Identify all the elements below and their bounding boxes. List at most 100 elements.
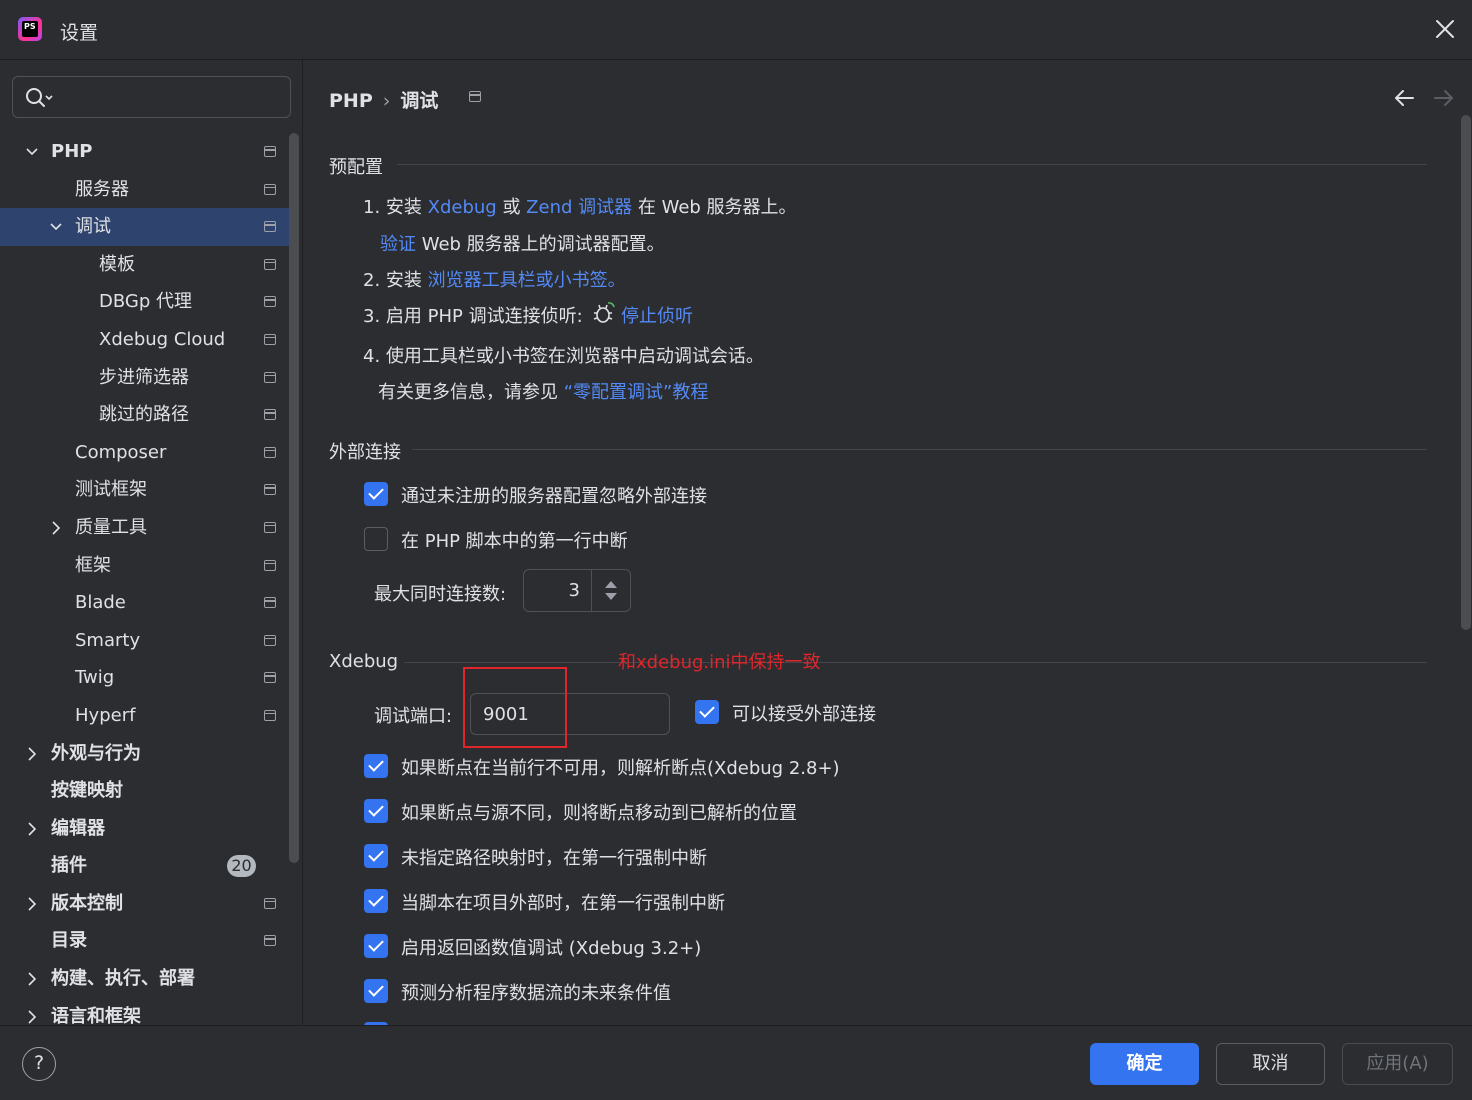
- sidebar-item[interactable]: 框架: [0, 547, 289, 585]
- spinner-arrows[interactable]: [591, 570, 631, 611]
- stop-listening-link[interactable]: 停止侦听: [621, 306, 693, 327]
- accept-external-checkbox[interactable]: [695, 700, 719, 724]
- breadcrumb-parent[interactable]: PHP: [329, 90, 373, 112]
- window-title: 设置: [60, 22, 99, 44]
- sidebar-item[interactable]: 语言和框架: [0, 998, 289, 1025]
- forward-arrow-icon: [1434, 90, 1453, 106]
- chevron-down-icon[interactable]: [25, 145, 39, 159]
- sidebar-item[interactable]: DBGp 代理: [0, 283, 289, 321]
- back-arrow-icon[interactable]: [1392, 88, 1416, 108]
- sidebar-item[interactable]: 跳过的路径: [0, 396, 289, 434]
- sidebar-item-label: 服务器: [75, 178, 129, 200]
- sidebar-item[interactable]: 按键映射: [0, 772, 289, 810]
- zero-config-tutorial-link[interactable]: “零配置调试”教程: [564, 382, 709, 403]
- sidebar-item[interactable]: 插件 20: [0, 847, 289, 885]
- sidebar-item-label: PHP: [51, 141, 93, 162]
- xdebug-option-checkbox[interactable]: [364, 934, 388, 958]
- chevron-right-icon[interactable]: [25, 972, 39, 986]
- sidebar-item[interactable]: Smarty: [0, 622, 289, 660]
- sidebar-item-label: DBGp 代理: [99, 291, 192, 313]
- sidebar-scrollbar[interactable]: [289, 133, 299, 863]
- sidebar-item-label: Composer: [75, 441, 167, 463]
- project-scope-icon: [264, 521, 276, 533]
- sidebar-item-label: 构建、执行、部署: [51, 968, 195, 990]
- zend-debugger-link[interactable]: Zend 调试器: [526, 197, 632, 218]
- sidebar-item[interactable]: Composer: [0, 434, 289, 472]
- sidebar-item[interactable]: PHP: [0, 133, 289, 171]
- max-connections-label: 最大同时连接数:: [374, 584, 507, 605]
- sidebar-item[interactable]: 目录: [0, 922, 289, 960]
- xdebug-link[interactable]: Xdebug: [428, 197, 497, 218]
- sidebar-item[interactable]: 质量工具: [0, 509, 289, 547]
- sidebar-item[interactable]: 测试框架: [0, 471, 289, 509]
- xdebug-section-title: Xdebug: [329, 651, 399, 672]
- content-scrollbar[interactable]: [1461, 115, 1471, 630]
- chevron-right-icon[interactable]: [49, 521, 63, 535]
- project-scope-icon: [264, 484, 276, 496]
- cancel-button[interactable]: 取消: [1216, 1043, 1325, 1085]
- chevron-right-icon[interactable]: [25, 746, 39, 761]
- sidebar-item-label: 插件: [51, 855, 87, 877]
- accept-external-label: 可以接受外部连接: [732, 704, 876, 725]
- project-scope-icon: [264, 221, 276, 233]
- close-icon[interactable]: [1432, 16, 1458, 42]
- ignore-external-checkbox[interactable]: [364, 482, 388, 506]
- sidebar-item[interactable]: Hyperf: [0, 697, 289, 735]
- dialog-footer: ? 确定 取消 应用(A): [0, 1025, 1472, 1100]
- sidebar-item[interactable]: 服务器: [0, 171, 289, 209]
- sidebar-item[interactable]: Xdebug Cloud: [0, 321, 289, 359]
- chevron-right-icon[interactable]: [25, 1010, 39, 1024]
- settings-sidebar: PHP 服务器调试模板 DBGp 代理 Xdebug Cloud 步进筛选器跳过的路径 C…: [0, 60, 303, 1025]
- max-connections-spinner[interactable]: 3: [523, 569, 631, 612]
- sidebar-item-label: 跳过的路径: [99, 404, 189, 426]
- sidebar-item-label: 模板: [99, 253, 135, 275]
- verify-link[interactable]: 验证: [380, 234, 416, 255]
- sidebar-item[interactable]: 编辑器: [0, 810, 289, 848]
- project-scope-icon: [469, 91, 481, 102]
- preconfig-step-3: 3. 启用 PHP 调试连接侦听:: [363, 306, 583, 327]
- xdebug-option-checkbox[interactable]: [364, 889, 388, 913]
- preconfig-more-info: 有关更多信息，请参见 “零配置调试”教程: [378, 382, 709, 403]
- browser-toolbar-link[interactable]: 浏览器工具栏或小书签。: [428, 270, 626, 291]
- apply-button[interactable]: 应用(A): [1342, 1043, 1453, 1085]
- break-first-line-label: 在 PHP 脚本中的第一行中断: [401, 531, 628, 552]
- xdebug-option-checkbox[interactable]: [364, 799, 388, 823]
- project-scope-icon: [264, 296, 276, 308]
- break-first-line-checkbox[interactable]: [364, 527, 388, 551]
- section-divider: [397, 164, 1427, 165]
- sidebar-item[interactable]: 外观与行为: [0, 735, 289, 773]
- chevron-down-icon[interactable]: [49, 220, 63, 234]
- sidebar-item[interactable]: 模板: [0, 246, 289, 284]
- sidebar-item[interactable]: Blade: [0, 584, 289, 622]
- annotation-text: 和xdebug.ini中保持一致: [618, 652, 821, 673]
- decrement-arrow-icon[interactable]: [605, 593, 617, 600]
- increment-arrow-icon[interactable]: [605, 581, 617, 588]
- sidebar-item-label: 目录: [51, 930, 87, 952]
- settings-tree: PHP 服务器调试模板 DBGp 代理 Xdebug Cloud 步进筛选器跳过的路径 C…: [0, 133, 289, 1025]
- project-scope-icon: [264, 897, 276, 909]
- help-button[interactable]: ?: [22, 1047, 56, 1081]
- sidebar-item[interactable]: 构建、执行、部署: [0, 960, 289, 998]
- sidebar-item[interactable]: Twig: [0, 659, 289, 697]
- debug-port-label: 调试端口:: [374, 706, 453, 727]
- project-scope-icon: [264, 333, 276, 345]
- settings-search-box[interactable]: [12, 76, 291, 118]
- sidebar-item[interactable]: 版本控制: [0, 885, 289, 923]
- chevron-right-icon[interactable]: [25, 822, 39, 836]
- search-input[interactable]: [63, 83, 283, 111]
- ok-button[interactable]: 确定: [1090, 1043, 1199, 1085]
- breadcrumb: PHP › 调试: [329, 86, 438, 113]
- settings-content: PHP › 调试 预配置 1. 安装 Xdebug 或 Zend 调试器 在 Web…: [304, 60, 1472, 1025]
- sidebar-item-label: 按键映射: [51, 780, 123, 802]
- xdebug-option-checkbox[interactable]: [364, 754, 388, 778]
- xdebug-option-checkbox[interactable]: [364, 979, 388, 1003]
- xdebug-option-checkbox[interactable]: [364, 844, 388, 868]
- sidebar-item-label: Hyperf: [75, 704, 136, 726]
- chevron-right-icon[interactable]: [25, 897, 39, 911]
- sidebar-item-label: 版本控制: [51, 892, 123, 914]
- preconfig-section-title: 预配置: [329, 157, 383, 178]
- sidebar-item[interactable]: 步进筛选器: [0, 359, 289, 397]
- project-scope-icon: [264, 935, 276, 947]
- sidebar-item-label: 编辑器: [51, 817, 105, 839]
- sidebar-item[interactable]: 调试: [0, 208, 289, 246]
